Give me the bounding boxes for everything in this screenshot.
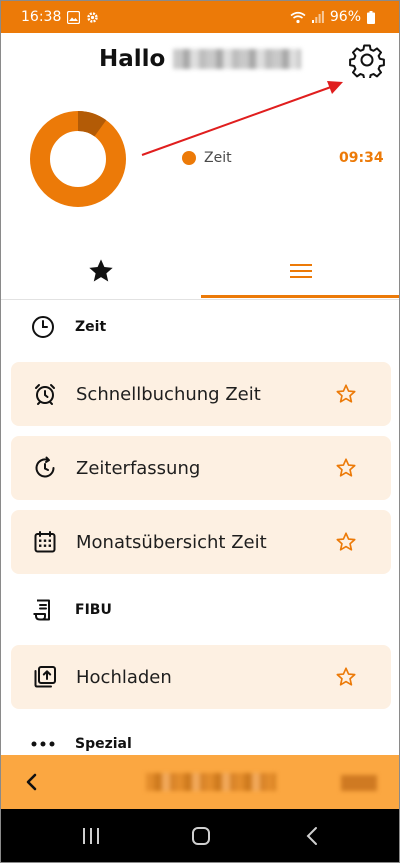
- redacted-title: [146, 773, 276, 791]
- tab-favorites[interactable]: [1, 245, 200, 297]
- section-header-fibu: FIBU: [31, 598, 112, 622]
- receipt-icon: [33, 599, 50, 621]
- active-tab-indicator: [201, 295, 399, 298]
- signal-icon: [311, 11, 324, 23]
- legend-value-zeit: 09:34: [339, 150, 384, 166]
- time-donut-chart: [30, 111, 126, 207]
- favorite-star-icon[interactable]: [335, 457, 357, 479]
- chart-legend: Zeit: [182, 150, 232, 166]
- recent-apps-icon[interactable]: [79, 825, 103, 847]
- section-label: FIBU: [75, 602, 112, 618]
- section-header-zeit: Zeit: [31, 315, 106, 339]
- legend-dot-zeit: [182, 151, 196, 165]
- menu-item-schnellbuchung-zeit[interactable]: Schnellbuchung Zeit: [11, 362, 391, 426]
- menu-item-zeiterfassung[interactable]: Zeiterfassung: [11, 436, 391, 500]
- upload-icon: [34, 666, 56, 688]
- tab-menu[interactable]: [201, 245, 399, 297]
- battery-percentage: 96%: [329, 9, 361, 25]
- legend-label-zeit: Zeit: [204, 150, 232, 166]
- alarm-clock-icon: [35, 384, 55, 405]
- menu-item-label: Schnellbuchung Zeit: [76, 383, 261, 405]
- menu-item-monatsuebersicht-zeit[interactable]: Monatsübersicht Zeit: [11, 510, 391, 574]
- hamburger-icon: [289, 264, 312, 278]
- favorite-star-icon[interactable]: [335, 531, 357, 553]
- settings-gear-button[interactable]: [349, 42, 385, 81]
- greeting-text: Hallo: [99, 46, 166, 72]
- status-bar: 16:38 96%: [1, 1, 399, 33]
- clock-icon: [32, 316, 54, 338]
- settings-status-icon: [86, 11, 99, 24]
- home-icon[interactable]: [189, 825, 213, 847]
- back-chevron-icon[interactable]: [21, 771, 43, 793]
- redacted-user-name: [173, 49, 302, 69]
- menu-item-label: Monatsübersicht Zeit: [76, 531, 267, 553]
- menu-item-hochladen[interactable]: Hochladen: [11, 645, 391, 709]
- calendar-icon: [34, 531, 56, 553]
- menu-item-label: Hochladen: [76, 666, 172, 688]
- greeting-title: Hallo: [99, 46, 302, 72]
- gear-icon: [349, 44, 385, 81]
- favorite-star-icon[interactable]: [335, 666, 357, 688]
- bottom-app-bar: [1, 755, 399, 809]
- redacted-label: [341, 775, 377, 791]
- clock-refresh-icon: [35, 456, 55, 478]
- donut-ring: [30, 111, 126, 207]
- menu-item-label: Zeiterfassung: [76, 457, 201, 479]
- star-icon: [88, 259, 113, 282]
- wifi-icon: [290, 11, 306, 24]
- gallery-icon: [67, 10, 81, 24]
- section-label: Spezial: [75, 736, 132, 752]
- more-dots-icon: [31, 741, 55, 747]
- section-header-spezial: Spezial: [31, 736, 132, 752]
- status-time: 16:38: [21, 9, 62, 25]
- back-nav-icon[interactable]: [301, 825, 325, 847]
- battery-icon: [367, 10, 375, 24]
- section-label: Zeit: [75, 319, 107, 335]
- favorite-star-icon[interactable]: [335, 383, 357, 405]
- system-navigation-bar: [1, 809, 399, 862]
- tab-bar: [1, 245, 399, 300]
- app-screen: 16:38 96% Hallo Zeit 09:34 Zeit Schnellb…: [0, 0, 400, 863]
